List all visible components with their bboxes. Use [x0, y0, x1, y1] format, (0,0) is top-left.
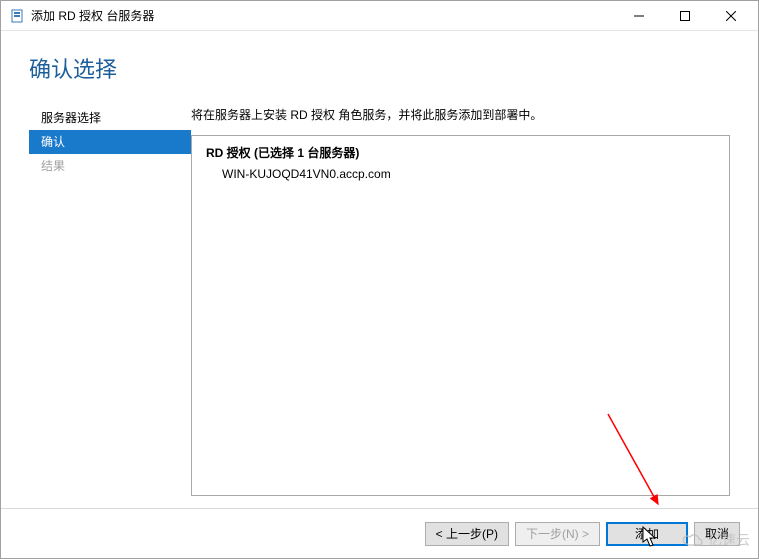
previous-button[interactable]: < 上一步(P) — [425, 522, 509, 546]
server-entry: WIN-KUJOQD41VN0.accp.com — [206, 167, 715, 181]
page-title: 确认选择 — [29, 52, 730, 84]
next-button: 下一步(N) > — [515, 522, 600, 546]
sidebar-item-results: 结果 — [29, 154, 191, 178]
server-list-box: RD 授权 (已选择 1 台服务器) WIN-KUJOQD41VN0.accp.… — [191, 135, 730, 496]
minimize-button[interactable] — [616, 1, 662, 31]
maximize-button[interactable] — [662, 1, 708, 31]
add-button[interactable]: 添加 — [606, 522, 688, 546]
main-panel: 将在服务器上安装 RD 授权 角色服务，并将此服务添加到部署中。 RD 授权 (… — [191, 106, 730, 496]
window-controls — [616, 1, 754, 31]
wizard-sidebar: 服务器选择 确认 结果 — [29, 106, 191, 496]
list-heading: RD 授权 (已选择 1 台服务器) — [206, 144, 715, 161]
title-bar: 添加 RD 授权 台服务器 — [1, 1, 758, 31]
wizard-footer: < 上一步(P) 下一步(N) > 添加 取消 — [1, 508, 758, 558]
intro-text: 将在服务器上安装 RD 授权 角色服务，并将此服务添加到部署中。 — [191, 106, 730, 123]
window-title: 添加 RD 授权 台服务器 — [31, 7, 616, 24]
sidebar-item-confirm[interactable]: 确认 — [29, 130, 191, 154]
sidebar-item-server-select[interactable]: 服务器选择 — [29, 106, 191, 130]
close-button[interactable] — [708, 1, 754, 31]
cancel-button[interactable]: 取消 — [694, 522, 740, 546]
content-area: 确认选择 服务器选择 确认 结果 将在服务器上安装 RD 授权 角色服务，并将此… — [1, 32, 758, 508]
app-icon — [9, 8, 25, 24]
